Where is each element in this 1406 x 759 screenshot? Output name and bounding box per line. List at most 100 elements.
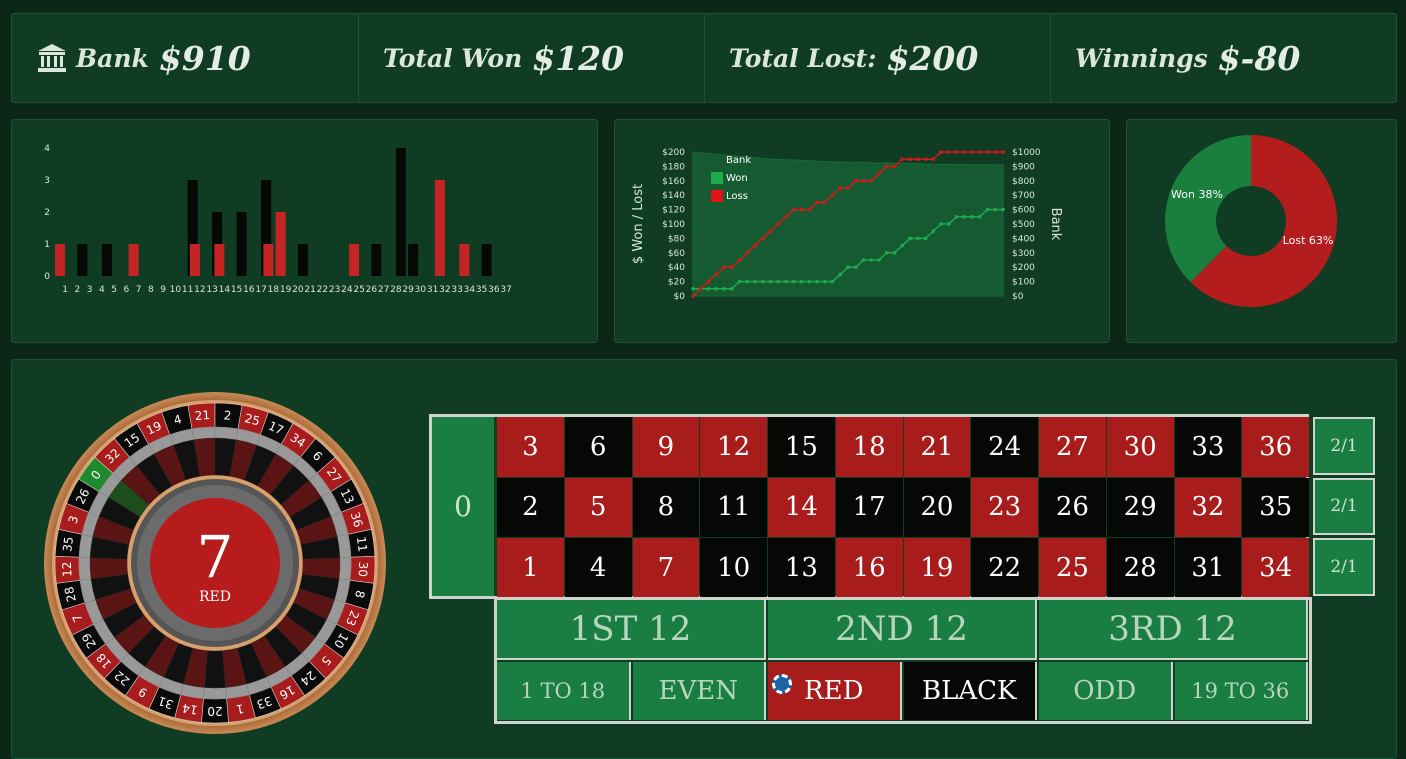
x-tick-label: 36 [488,285,500,295]
stat-total-lost: Total Lost: $200 [705,14,1051,102]
zero-cell[interactable]: 0 [432,417,494,596]
number-cell-1-label: 1 [522,552,539,583]
x-tick-label: 30 [415,285,427,295]
dozen-1[interactable]: 1ST 12 [497,600,766,660]
result-number: 7 [197,523,234,591]
number-cell-29[interactable]: 29 [1106,477,1174,537]
number-cell-35[interactable]: 35 [1242,477,1309,537]
outside-bet-even-label: EVEN [658,676,739,706]
number-cell-11[interactable]: 11 [700,477,767,537]
outside-bet-even[interactable]: EVEN [632,662,766,720]
number-cell-1[interactable]: 1 [497,538,564,598]
number-cell-27[interactable]: 27 [1039,417,1106,477]
number-cell-32[interactable]: 32 [1174,477,1242,537]
number-cell-34[interactable]: 34 [1242,538,1309,598]
loss-line-point [970,150,974,154]
number-cell-8[interactable]: 8 [632,477,700,537]
y-tick-label: $160 [662,177,685,187]
bar-red [263,244,274,276]
x-tick-label: 23 [329,285,340,295]
column-bet-2[interactable]: 2/1 [1313,477,1375,535]
wheel-divider [338,557,352,581]
number-cell-10-label: 10 [717,552,751,583]
bet-chip[interactable] [772,674,792,694]
roulette-wheel[interactable]: 0321519 4 21 2 25 173462713361130823105241633… [43,391,387,735]
column-bet-3[interactable]: 2/1 [1313,538,1375,596]
won-line-point [791,279,796,284]
number-cell-26-label: 26 [1055,492,1089,523]
won-line-point [915,236,920,241]
number-cell-36[interactable]: 36 [1242,417,1309,477]
y-tick-label: 4 [44,144,50,154]
number-cell-7[interactable]: 7 [632,538,700,598]
column-bet-1[interactable]: 2/1 [1313,417,1375,475]
number-cell-30[interactable]: 30 [1106,417,1174,477]
won-line-point [722,287,726,291]
won-line-point [884,251,889,255]
number-cell-14[interactable]: 14 [768,477,835,537]
loss-line-point [737,258,742,262]
number-cell-22[interactable]: 22 [971,538,1038,598]
number-cell-28-label: 28 [1123,552,1157,583]
number-cell-20[interactable]: 20 [903,477,971,537]
won-line-point [838,272,843,277]
bar-black [236,212,247,276]
number-cell-2[interactable]: 2 [497,477,564,537]
x-tick-label: 26 [366,285,378,295]
outside-bet-odd[interactable]: ODD [1039,662,1173,720]
wheel-number-label: 20 [207,704,222,718]
number-cell-34-label: 34 [1259,552,1293,583]
dozen-3[interactable]: 3RD 12 [1039,600,1308,660]
number-cell-3[interactable]: 3 [497,417,564,477]
won-line-point [729,287,734,291]
loss-line-point [985,150,990,154]
number-cell-26[interactable]: 26 [1039,477,1106,537]
y-tick-label: $200 [662,148,685,158]
number-cell-15[interactable]: 15 [768,417,835,477]
number-cell-25-label: 25 [1055,552,1089,583]
number-cell-17[interactable]: 17 [835,477,903,537]
number-cell-23[interactable]: 23 [971,477,1038,537]
x-tick-label: 20 [292,285,304,295]
y2-tick-label: $800 [1012,177,1035,187]
number-cell-28[interactable]: 28 [1106,538,1174,598]
wheel-number-label: 35 [60,536,76,553]
loss-line-point [861,179,866,183]
y2-tick-label: $600 [1012,206,1035,216]
number-cell-33[interactable]: 33 [1174,417,1242,477]
number-cell-5-label: 5 [589,492,607,523]
number-cell-19[interactable]: 19 [903,538,971,598]
wheel-pocket [204,650,226,689]
number-cell-11-label: 11 [717,492,751,523]
number-cell-12[interactable]: 12 [700,417,767,477]
number-frequency-chart: 012341 2 3 4 5 6 7 8 9 10 11 12 13 14 15 16 17 18 19 20 21 22… [44,144,512,295]
number-cell-9[interactable]: 9 [632,417,700,477]
outside-bet-red[interactable]: RED [768,662,902,720]
won-line-point [892,251,897,255]
number-cell-18[interactable]: 18 [835,417,903,477]
number-cell-10[interactable]: 10 [700,538,767,598]
number-cell-24[interactable]: 24 [971,417,1038,477]
outside-bet-1-to-18[interactable]: 1 TO 18 [497,662,631,720]
number-cell-6[interactable]: 6 [564,417,632,477]
number-cell-16[interactable]: 16 [835,538,903,598]
outside-bet-19-to-36-label: 19 TO 36 [1191,679,1290,703]
number-cell-31[interactable]: 31 [1174,538,1242,598]
outside-bet-19-to-36[interactable]: 19 TO 36 [1174,662,1308,720]
dozen-2[interactable]: 2ND 12 [768,600,1037,660]
number-cell-4-label: 4 [589,552,607,583]
number-cell-13[interactable]: 13 [768,538,835,598]
loss-line-point [884,164,889,169]
number-cell-21[interactable]: 21 [903,417,971,477]
number-cell-5[interactable]: 5 [564,477,632,537]
outside-bet-black[interactable]: BLACK [903,662,1037,720]
outside-bet-red-label: RED [804,676,864,706]
number-cell-4[interactable]: 4 [564,538,632,598]
bar-red [128,244,139,276]
number-cell-15-label: 15 [784,431,818,462]
won-line-point [954,215,959,219]
x-tick-label: 7 [136,285,142,295]
number-cell-32-label: 32 [1191,492,1225,523]
number-cell-25[interactable]: 25 [1039,538,1106,598]
legend-label: Won [726,173,748,184]
